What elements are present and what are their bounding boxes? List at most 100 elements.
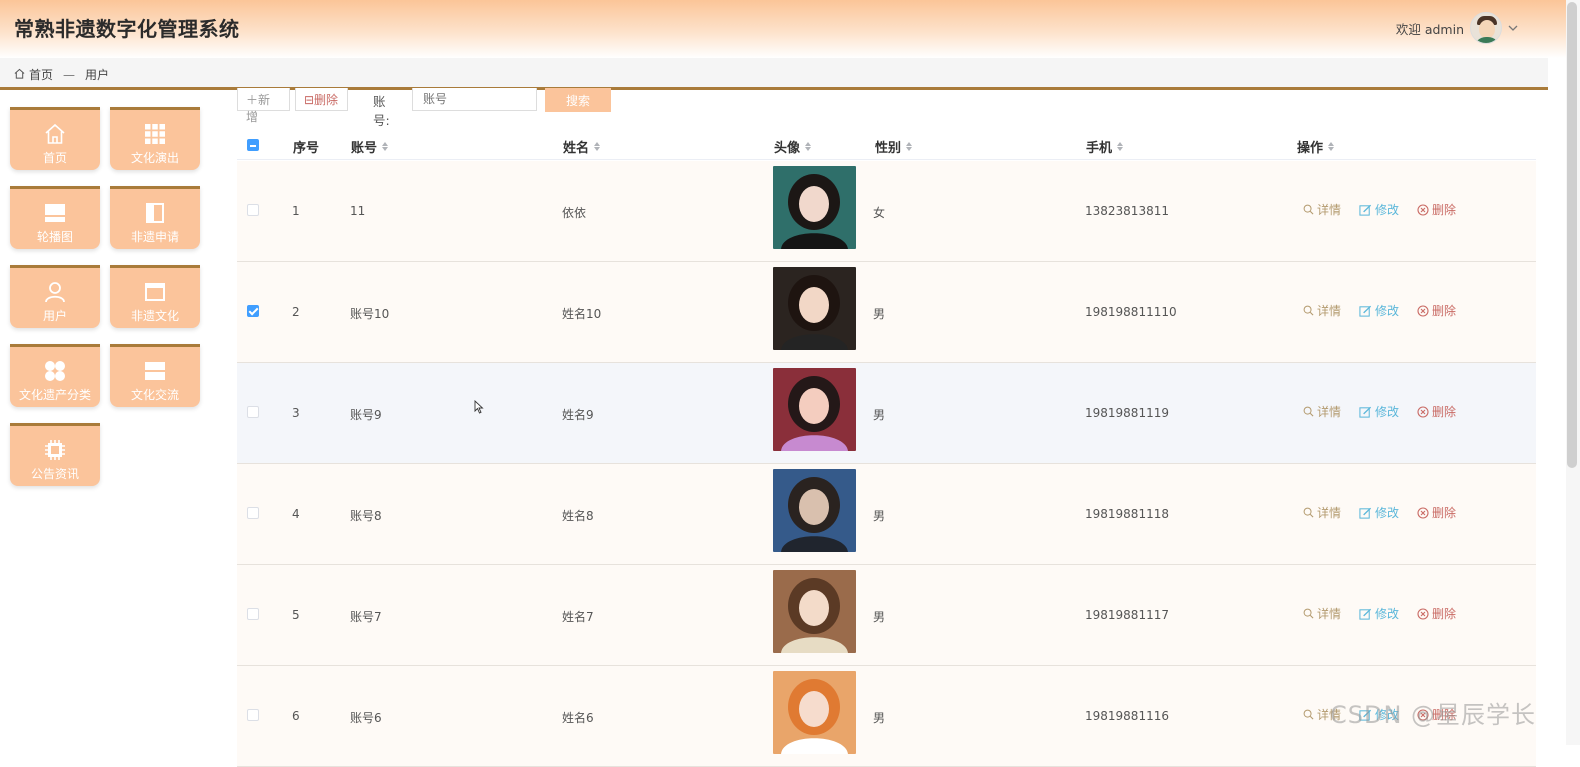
sidebar-item-label: 文化交流 (130, 388, 179, 402)
edit-button[interactable]: 修改 (1359, 504, 1399, 521)
edit-button[interactable]: 修改 (1359, 302, 1399, 319)
app-title: 常熟非遗数字化管理系统 (14, 17, 240, 41)
chip-icon (45, 440, 65, 460)
breadcrumb-home[interactable]: 首页 (29, 66, 53, 83)
cell-phone: 19819881118 (1085, 507, 1169, 521)
cell-gender: 男 (873, 711, 886, 725)
user-avatar[interactable] (1470, 12, 1502, 44)
delete-button[interactable]: 删除 (1417, 403, 1456, 420)
cell-phone: 19819881119 (1085, 406, 1169, 420)
batch-delete-button[interactable]: ⊟删除 (295, 88, 348, 111)
cell-account: 账号10 (350, 307, 390, 321)
row-checkbox[interactable] (247, 709, 259, 721)
book-icon (146, 203, 164, 223)
column-header-phone[interactable]: 手机 (1086, 137, 1124, 156)
add-button[interactable]: ＋新增 (237, 88, 290, 124)
breadcrumb-bar: 首页 — 用户 (0, 58, 1548, 90)
sidebar-item-applications[interactable]: 非遗申请 (110, 186, 200, 249)
row-actions: 详情 修改 删除 (1303, 201, 1456, 218)
row-checkbox[interactable] (247, 608, 259, 620)
sort-icon[interactable] (382, 142, 389, 151)
avatar-photo[interactable] (773, 469, 856, 552)
sidebar-item-users[interactable]: 用户 (10, 265, 100, 328)
avatar-photo[interactable] (773, 166, 856, 249)
delete-button[interactable]: 删除 (1417, 201, 1456, 218)
table-row[interactable]: 4 账号8 姓名8 男 19819881118 详情 修改 删除 (237, 464, 1536, 565)
sidebar-item-announcements[interactable]: 公告资讯 (10, 423, 100, 486)
delete-button[interactable]: 删除 (1417, 605, 1456, 622)
close-circle-icon (1417, 203, 1429, 216)
detail-button[interactable]: 详情 (1303, 201, 1341, 218)
table-row[interactable]: 3 账号9 姓名9 男 19819881119 详情 修改 删除 (237, 363, 1536, 464)
sidebar-item-label: 文化遗产分类 (18, 388, 91, 402)
row-checkbox[interactable] (247, 305, 259, 317)
search-button[interactable]: 搜索 (545, 88, 611, 112)
row-checkbox[interactable] (247, 507, 259, 519)
user-menu[interactable]: 欢迎 admin (1396, 12, 1518, 44)
table-row[interactable]: 5 账号7 姓名7 男 19819881117 详情 修改 删除 (237, 565, 1536, 666)
breadcrumb-separator: — (63, 67, 76, 82)
avatar-photo[interactable] (773, 570, 856, 653)
sidebar-item-label: 非遗申请 (130, 230, 179, 244)
edit-button[interactable]: 修改 (1359, 201, 1399, 218)
table-row[interactable]: 1 11 依依女 13823813811 详情 修改 删除 (237, 161, 1536, 262)
sort-icon[interactable] (594, 142, 601, 151)
sidebar-item-carousel[interactable]: 轮播图 (10, 186, 100, 249)
cell-phone: 13823813811 (1085, 204, 1169, 218)
sidebar-item-label: 首页 (42, 151, 67, 165)
home-icon[interactable] (14, 68, 25, 82)
sidebar-item-culture[interactable]: 非遗文化 (110, 265, 200, 328)
table-header: 序号 账号 姓名 头像 性别 手机 操作 (237, 130, 1536, 160)
sidebar-item-label: 用户 (42, 309, 67, 323)
sidebar-item-heritage-category[interactable]: 文化遗产分类 (10, 344, 100, 407)
detail-button[interactable]: 详情 (1303, 302, 1341, 319)
search-icon (1303, 608, 1314, 619)
row-checkbox[interactable] (247, 406, 259, 418)
sort-icon[interactable] (1328, 142, 1335, 151)
breadcrumb-current: 用户 (85, 68, 110, 82)
column-header-gender[interactable]: 性别 (875, 137, 913, 156)
cell-account: 账号9 (350, 408, 382, 422)
column-header-avatar[interactable]: 头像 (774, 137, 812, 156)
row-checkbox[interactable] (247, 204, 259, 216)
sidebar-item-label: 轮播图 (36, 230, 73, 244)
edit-icon (1359, 507, 1372, 519)
sidebar-item-home[interactable]: 首页 (10, 107, 100, 170)
cell-name: 姓名8 (562, 509, 594, 523)
mouse-cursor-icon (474, 400, 484, 414)
cell-gender: 女 (873, 206, 886, 220)
edit-button[interactable]: 修改 (1359, 403, 1399, 420)
column-header-account[interactable]: 账号 (351, 137, 389, 156)
sidebar-item-performances[interactable]: 文化演出 (110, 107, 200, 170)
page-scrollbar-thumb[interactable] (1567, 2, 1577, 468)
sort-icon[interactable] (1117, 142, 1124, 151)
delete-button[interactable]: 删除 (1417, 504, 1456, 521)
sort-icon[interactable] (805, 142, 812, 151)
cell-gender: 男 (873, 408, 886, 422)
edit-icon (1359, 305, 1372, 317)
detail-button[interactable]: 详情 (1303, 605, 1341, 622)
sidebar-item-label: 公告资讯 (30, 467, 79, 481)
select-all-checkbox[interactable] (247, 139, 259, 151)
account-search-input[interactable] (412, 88, 537, 111)
column-header-name[interactable]: 姓名 (563, 137, 601, 156)
avatar-photo[interactable] (773, 671, 856, 754)
chevron-down-icon[interactable] (1508, 22, 1518, 35)
search-icon (1303, 507, 1314, 518)
column-header-actions[interactable]: 操作 (1297, 137, 1335, 156)
detail-button[interactable]: 详情 (1303, 504, 1341, 521)
avatar-photo[interactable] (773, 267, 856, 350)
sidebar-item-exchange[interactable]: 文化交流 (110, 344, 200, 407)
table-row[interactable]: 2 账号10 姓名10 男 198198811110 详情 修改 删除 (237, 262, 1536, 363)
close-circle-icon (1417, 506, 1429, 519)
search-icon (1303, 305, 1314, 316)
edit-button[interactable]: 修改 (1359, 605, 1399, 622)
sidebar-nav: 首页 文化演出 轮播图 非遗申请 用户 非遗文化 文化遗产分类 文化交流 公告资… (0, 93, 220, 745)
cell-phone: 19819881116 (1085, 709, 1169, 723)
sidebar-item-label: 非遗文化 (130, 309, 179, 323)
avatar-photo[interactable] (773, 368, 856, 451)
detail-button[interactable]: 详情 (1303, 403, 1341, 420)
sort-icon[interactable] (906, 142, 913, 151)
cell-account: 账号8 (350, 509, 382, 523)
delete-button[interactable]: 删除 (1417, 302, 1456, 319)
